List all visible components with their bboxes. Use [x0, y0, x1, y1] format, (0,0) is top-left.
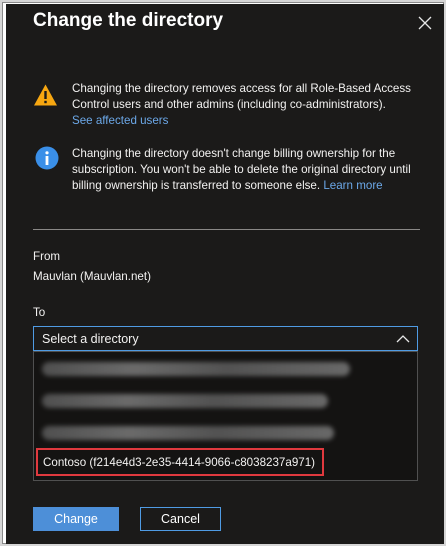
chevron-up-icon[interactable] — [396, 334, 410, 344]
list-item-redacted[interactable] — [42, 426, 334, 440]
to-label: To — [33, 306, 46, 319]
warning-text: Changing the directory removes access fo… — [72, 82, 411, 111]
list-item-redacted[interactable] — [42, 394, 328, 408]
close-icon[interactable] — [417, 15, 433, 31]
change-button[interactable]: Change — [33, 507, 119, 531]
directory-listbox: Contoso (f214e4d3-2e35-4414-9066-c803823… — [33, 351, 418, 481]
window-frame: Change the directory Changing the direct… — [0, 0, 446, 546]
cancel-button[interactable]: Cancel — [140, 507, 221, 531]
see-affected-users-link[interactable]: See affected users — [72, 114, 168, 127]
dialog-title: Change the directory — [33, 10, 224, 31]
warning-message: Changing the directory removes access fo… — [72, 81, 422, 129]
divider — [33, 229, 420, 230]
from-value: Mauvlan (Mauvlan.net) — [33, 270, 151, 283]
list-item-redacted[interactable] — [42, 362, 350, 376]
warning-icon — [34, 84, 57, 106]
info-message: Changing the directory doesn't change bi… — [72, 146, 422, 194]
list-item-contoso[interactable]: Contoso (f214e4d3-2e35-4414-9066-c803823… — [36, 448, 324, 476]
change-directory-dialog: Change the directory Changing the direct… — [6, 4, 444, 544]
list-item-contoso-label: Contoso (f214e4d3-2e35-4414-9066-c803823… — [43, 456, 316, 469]
learn-more-link[interactable]: Learn more — [323, 179, 382, 192]
info-icon — [35, 146, 59, 170]
directory-dropdown[interactable]: Select a directory — [33, 326, 418, 351]
directory-dropdown-placeholder: Select a directory — [42, 332, 139, 346]
from-label: From — [33, 250, 61, 263]
